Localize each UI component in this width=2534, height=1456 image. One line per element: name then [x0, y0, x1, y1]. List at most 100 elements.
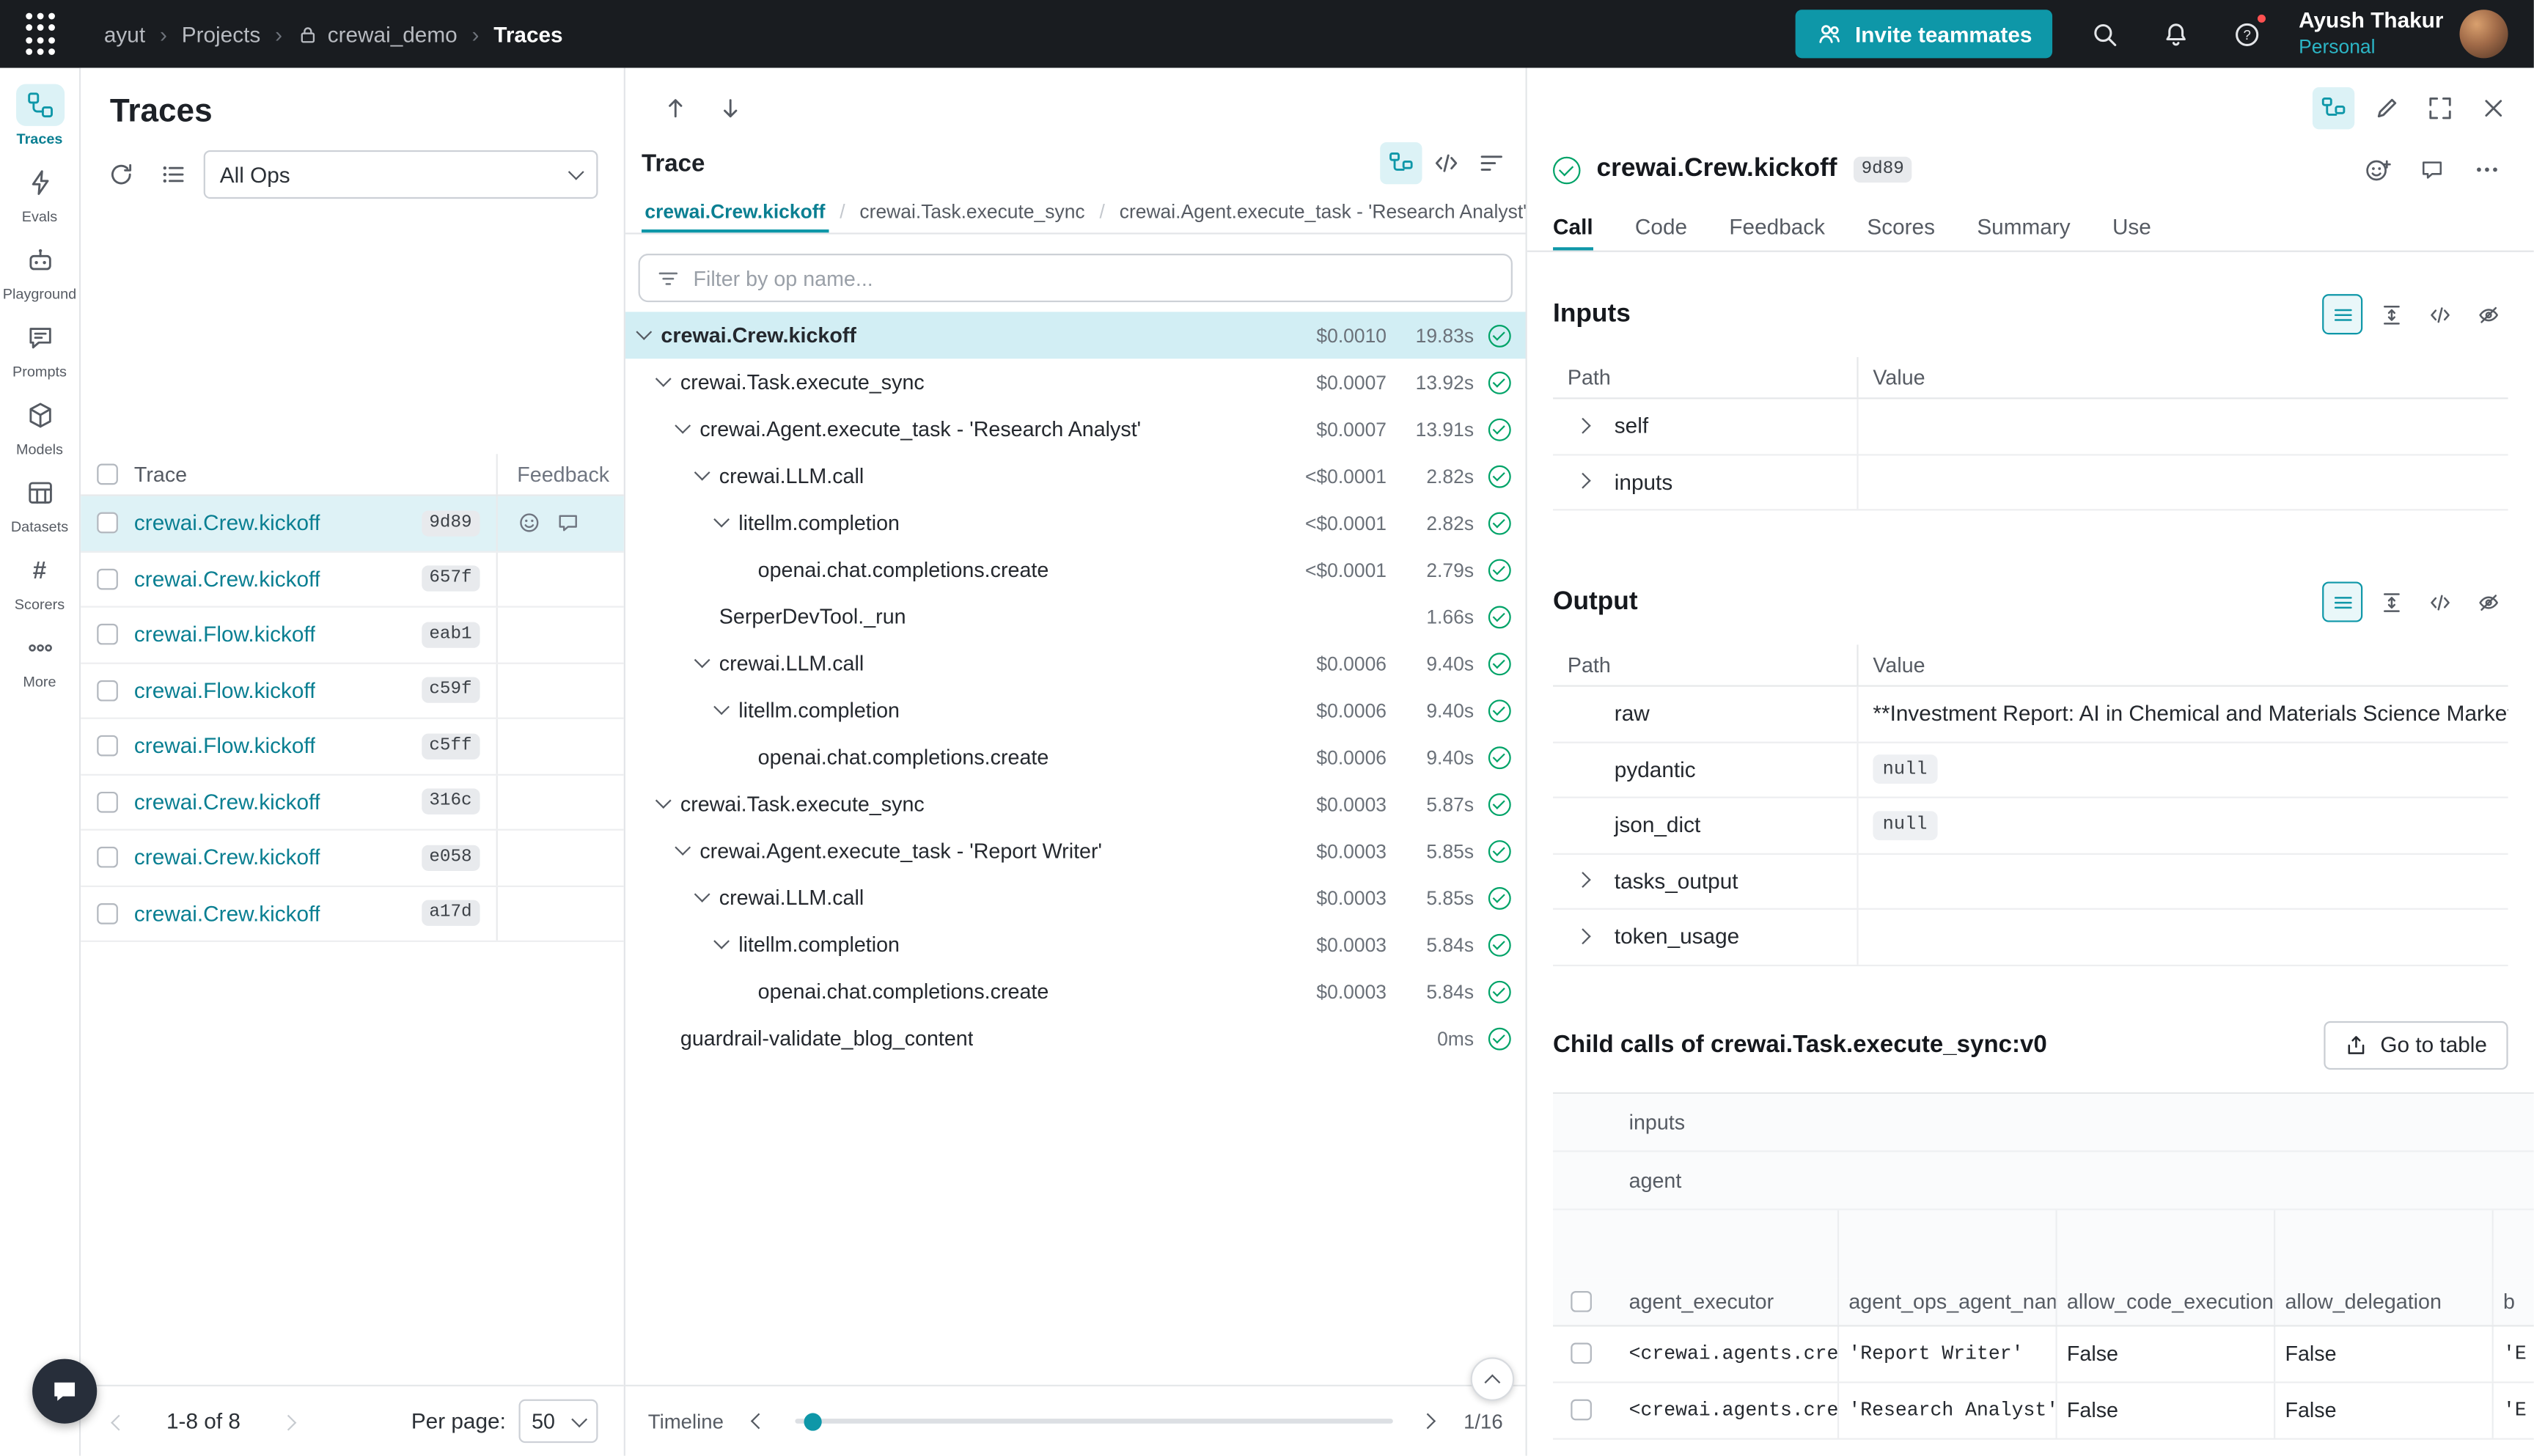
sidebar-item-models[interactable]: Models	[1, 394, 78, 457]
table-row[interactable]: crewai.Flow.kickoffc5ff	[81, 719, 624, 775]
table-row[interactable]: crewai.Crew.kickoff 9d89	[81, 496, 624, 552]
overflow-menu-icon[interactable]	[2466, 149, 2508, 191]
flame-graph-icon[interactable]	[1471, 142, 1513, 184]
collapse-chevron-icon[interactable]	[713, 699, 730, 715]
collapse-chevron-icon[interactable]	[655, 371, 672, 387]
timeline-slider[interactable]	[795, 1419, 1392, 1424]
table-row[interactable]: crewai.Crew.kickoff316c	[81, 775, 624, 831]
tab-feedback[interactable]: Feedback	[1729, 204, 1825, 251]
table-row[interactable]: crewai.Crew.kickoff657f	[81, 552, 624, 608]
collapse-chevron-icon[interactable]	[675, 839, 691, 856]
op-filter-input[interactable]	[694, 266, 1495, 290]
select-all-checkbox[interactable]	[1571, 1290, 1592, 1312]
trace-link[interactable]: crewai.Crew.kickoff	[134, 845, 320, 869]
hide-values-eye-icon[interactable]	[2468, 581, 2508, 622]
trace-tree-row[interactable]: SerperDevTool._run 1.66s	[625, 593, 1526, 640]
column-settings-icon[interactable]	[152, 153, 194, 195]
user-menu[interactable]: Ayush Thakur Personal	[2299, 8, 2508, 59]
next-page-icon[interactable]	[282, 1409, 293, 1433]
table-row[interactable]: crewai.Crew.kickoffa17d	[81, 886, 624, 942]
trace-tree-row[interactable]: crewai.LLM.call $0.0003 5.85s	[625, 874, 1526, 921]
breadcrumb-projects[interactable]: Projects	[182, 22, 261, 46]
previous-trace-icon[interactable]	[655, 87, 697, 129]
trace-tree-row[interactable]: crewai.Task.execute_sync $0.0003 5.87s	[625, 781, 1526, 828]
ops-filter-select[interactable]: All Ops	[204, 150, 598, 199]
trace-path-tab[interactable]: crewai.Task.execute_sync	[856, 191, 1088, 232]
collapse-chevron-icon[interactable]	[713, 512, 730, 528]
collapse-chevron-icon[interactable]	[694, 465, 710, 481]
notifications-bell-icon[interactable]	[2156, 15, 2195, 54]
breadcrumb-project[interactable]: crewai_demo	[297, 22, 458, 46]
sidebar-item-traces[interactable]: Traces	[1, 84, 78, 147]
table-view-icon[interactable]	[2322, 581, 2362, 622]
refresh-icon[interactable]	[100, 153, 142, 195]
column-header[interactable]: agent_executor	[1619, 1277, 1837, 1324]
search-icon[interactable]	[2085, 15, 2124, 54]
prev-page-icon[interactable]	[113, 1409, 124, 1433]
collapse-chevron-icon[interactable]	[694, 652, 710, 668]
comment-icon[interactable]	[556, 511, 580, 535]
row-checkbox[interactable]	[97, 568, 118, 589]
row-checkbox[interactable]	[97, 902, 118, 924]
trace-tree-row[interactable]: guardrail-validate_blog_content 0ms	[625, 1015, 1526, 1062]
column-header-feedback[interactable]: Feedback	[496, 454, 624, 494]
toggle-tree-panel-icon[interactable]	[2313, 87, 2354, 129]
help-icon[interactable]: ?	[2228, 15, 2266, 54]
tab-scores[interactable]: Scores	[1867, 204, 1935, 251]
table-row[interactable]: crewai.Flow.kickoffc59f	[81, 663, 624, 719]
sidebar-item-evals[interactable]: Evals	[1, 161, 78, 224]
sidebar-item-playground[interactable]: Playground	[1, 239, 78, 302]
collapse-chevron-icon[interactable]	[655, 793, 672, 809]
trace-tree-row[interactable]: litellm.completion <$0.0001 2.82s	[625, 499, 1526, 546]
timeline-next-icon[interactable]	[1412, 1400, 1444, 1442]
sidebar-item-datasets[interactable]: Datasets	[1, 472, 78, 535]
trace-tree-row[interactable]: litellm.completion $0.0006 9.40s	[625, 687, 1526, 734]
output-row-raw[interactable]: raw **Investment Report: AI in Chemical …	[1553, 687, 2508, 743]
scroll-to-top-button[interactable]	[1471, 1357, 1515, 1401]
output-row-tasks-output[interactable]: tasks_output	[1553, 854, 2508, 910]
expand-rows-icon[interactable]	[2370, 581, 2411, 622]
column-header[interactable]: allow_delegation	[2274, 1277, 2492, 1324]
trace-tree-row[interactable]: openai.chat.completions.create $0.0003 5…	[625, 968, 1526, 1015]
tab-code[interactable]: Code	[1635, 204, 1687, 251]
trace-link[interactable]: crewai.Flow.kickoff	[134, 622, 316, 647]
fullscreen-icon[interactable]	[2419, 87, 2461, 129]
per-page-select[interactable]: 50	[518, 1400, 598, 1444]
trace-link[interactable]: crewai.Crew.kickoff	[134, 511, 320, 535]
row-checkbox[interactable]	[97, 735, 118, 757]
sidebar-item-more[interactable]: More	[1, 627, 78, 690]
edit-pencil-icon[interactable]	[2366, 87, 2408, 129]
row-checkbox[interactable]	[97, 791, 118, 812]
add-reaction-icon[interactable]	[517, 511, 541, 535]
sidebar-item-scorers[interactable]: # Scorers	[1, 549, 78, 612]
collapse-chevron-icon[interactable]	[713, 933, 730, 949]
collapse-chevron-icon[interactable]	[694, 886, 710, 902]
trace-tree-row[interactable]: crewai.LLM.call <$0.0001 2.82s	[625, 452, 1526, 499]
column-header[interactable]: b	[2492, 1277, 2534, 1324]
column-header-trace[interactable]: Trace	[134, 454, 496, 494]
inputs-row-self[interactable]: self	[1553, 399, 2508, 455]
sidebar-item-prompts[interactable]: Prompts	[1, 317, 78, 380]
inputs-row-inputs[interactable]: inputs	[1553, 455, 2508, 510]
go-to-table-button[interactable]: Go to table	[2324, 1021, 2508, 1069]
row-checkbox[interactable]	[97, 847, 118, 868]
table-row[interactable]: crewai.Flow.kickoffeab1	[81, 608, 624, 663]
comment-icon[interactable]	[2411, 149, 2453, 191]
trace-tree-row[interactable]: crewai.Agent.execute_task - 'Report Writ…	[625, 827, 1526, 874]
trace-tree-row[interactable]: litellm.completion $0.0003 5.84s	[625, 921, 1526, 968]
next-trace-icon[interactable]	[710, 87, 752, 129]
trace-link[interactable]: crewai.Crew.kickoff	[134, 567, 320, 591]
row-checkbox[interactable]	[97, 512, 118, 534]
collapse-chevron-icon[interactable]	[675, 418, 691, 434]
row-checkbox[interactable]	[97, 624, 118, 645]
row-checkbox[interactable]	[97, 680, 118, 701]
column-header[interactable]: allow_code_execution	[2055, 1277, 2274, 1324]
collapse-chevron-icon[interactable]	[636, 324, 652, 340]
trace-link[interactable]: crewai.Flow.kickoff	[134, 678, 316, 702]
code-view-icon[interactable]	[2419, 294, 2459, 334]
row-checkbox[interactable]	[1571, 1343, 1592, 1364]
column-header[interactable]: agent_ops_agent_name	[1837, 1277, 2056, 1324]
trace-tree-row[interactable]: crewai.LLM.call $0.0006 9.40s	[625, 640, 1526, 687]
close-icon[interactable]	[2472, 87, 2514, 129]
trace-link[interactable]: crewai.Flow.kickoff	[134, 734, 316, 758]
